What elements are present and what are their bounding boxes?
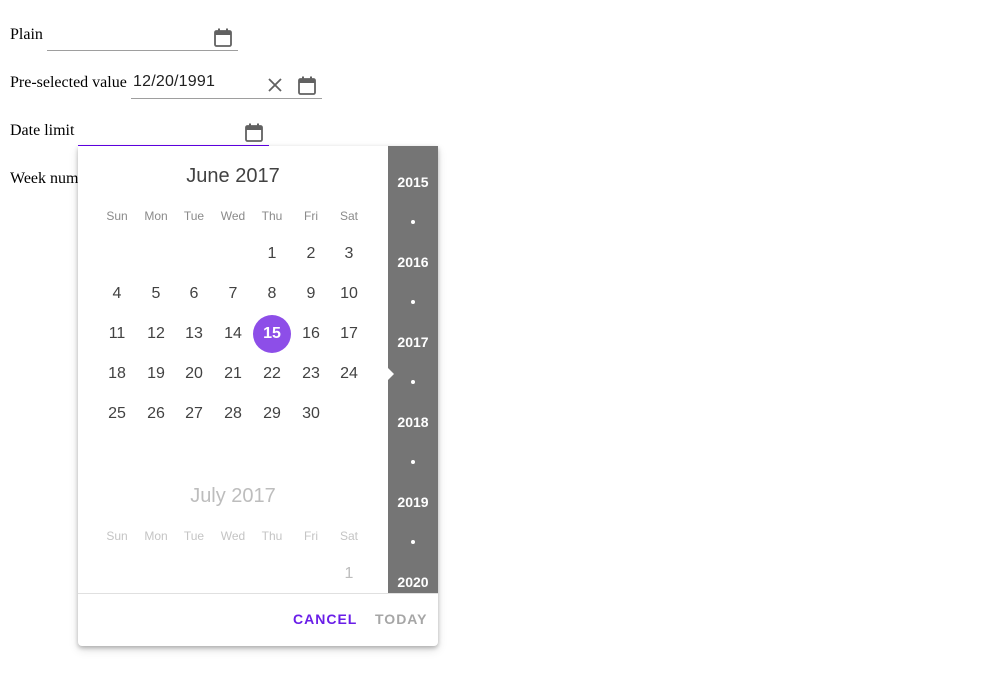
month-scroller[interactable]: June 2017 Sun Mon Tue Wed Thu Fri Sat 1 … bbox=[78, 146, 388, 593]
datelimit-label: Date limit bbox=[10, 122, 75, 139]
year-separator-dot bbox=[411, 380, 415, 384]
year-separator-dot bbox=[411, 460, 415, 464]
year-rail[interactable]: 2015 2016 2017 2018 2019 2020 bbox=[388, 146, 438, 593]
day-button[interactable]: 4 bbox=[98, 275, 136, 313]
today-button[interactable]: TODAY bbox=[375, 611, 427, 627]
day-button[interactable]: 1 bbox=[330, 555, 368, 593]
close-icon[interactable] bbox=[267, 77, 283, 93]
year-item-current[interactable]: 2017 bbox=[388, 334, 438, 350]
calendar-icon[interactable] bbox=[298, 76, 316, 95]
day-button[interactable]: 19 bbox=[137, 355, 175, 393]
month-title: July 2017 bbox=[190, 485, 276, 507]
day-button[interactable]: 17 bbox=[330, 315, 368, 353]
day-button[interactable]: 2 bbox=[292, 235, 330, 273]
plain-date-input[interactable] bbox=[47, 24, 238, 51]
day-button[interactable]: 18 bbox=[98, 355, 136, 393]
weekday-label: Mon bbox=[144, 209, 168, 223]
date-picker-popup: June 2017 Sun Mon Tue Wed Thu Fri Sat 1 … bbox=[78, 146, 438, 646]
selected-day-button[interactable]: 15 bbox=[253, 315, 291, 353]
day-button[interactable]: 7 bbox=[214, 275, 252, 313]
month-title: June 2017 bbox=[186, 165, 280, 187]
weeknum-label: Week num bbox=[10, 170, 79, 187]
day-button[interactable]: 20 bbox=[175, 355, 213, 393]
weekday-label: Wed bbox=[220, 529, 246, 543]
preselected-label: Pre-selected value bbox=[10, 74, 127, 91]
day-button[interactable]: 21 bbox=[214, 355, 252, 393]
calendar-icon[interactable] bbox=[214, 28, 232, 47]
picker-actions: CANCEL TODAY bbox=[78, 593, 438, 646]
weekday-label: Sun bbox=[106, 209, 128, 223]
day-button[interactable]: 23 bbox=[292, 355, 330, 393]
day-button[interactable]: 6 bbox=[175, 275, 213, 313]
day-button[interactable]: 5 bbox=[137, 275, 175, 313]
day-button[interactable]: 3 bbox=[330, 235, 368, 273]
day-button[interactable]: 14 bbox=[214, 315, 252, 353]
day-button[interactable]: 30 bbox=[292, 395, 330, 433]
day-button[interactable]: 1 bbox=[253, 235, 291, 273]
cancel-button[interactable]: CANCEL bbox=[293, 611, 357, 627]
weekday-label: Sat bbox=[339, 529, 358, 543]
weekday-label: Sat bbox=[339, 209, 358, 223]
year-separator-dot bbox=[411, 540, 415, 544]
day-button[interactable]: 25 bbox=[98, 395, 136, 433]
datelimit-date-input[interactable] bbox=[78, 120, 269, 147]
weekday-label: Mon bbox=[144, 529, 168, 543]
weekday-label: Tue bbox=[183, 209, 205, 223]
weekday-label: Fri bbox=[304, 529, 318, 543]
weekday-label: Wed bbox=[220, 209, 246, 223]
day-button[interactable]: 28 bbox=[214, 395, 252, 433]
day-button[interactable]: 9 bbox=[292, 275, 330, 313]
year-item[interactable]: 2018 bbox=[388, 414, 438, 430]
preselected-date-value: 12/20/1991 bbox=[133, 73, 216, 90]
day-button[interactable]: 10 bbox=[330, 275, 368, 313]
day-button[interactable]: 16 bbox=[292, 315, 330, 353]
day-button[interactable]: 12 bbox=[137, 315, 175, 353]
year-separator-dot bbox=[411, 300, 415, 304]
weekday-label: Fri bbox=[304, 209, 318, 223]
weekday-label: Tue bbox=[183, 529, 205, 543]
day-button[interactable]: 11 bbox=[98, 315, 136, 353]
weekday-label: Sun bbox=[106, 529, 128, 543]
plain-label: Plain bbox=[10, 26, 43, 43]
preselected-date-input[interactable]: 12/20/1991 bbox=[131, 72, 322, 99]
day-button[interactable]: 26 bbox=[137, 395, 175, 433]
day-button[interactable]: 29 bbox=[253, 395, 291, 433]
year-item[interactable]: 2016 bbox=[388, 254, 438, 270]
year-item[interactable]: 2020 bbox=[388, 574, 438, 590]
day-button[interactable]: 22 bbox=[253, 355, 291, 393]
day-button[interactable]: 13 bbox=[175, 315, 213, 353]
weekday-label: Thu bbox=[261, 529, 283, 543]
day-button[interactable]: 24 bbox=[330, 355, 368, 393]
day-button[interactable]: 8 bbox=[253, 275, 291, 313]
year-separator-dot bbox=[411, 220, 415, 224]
calendar-icon[interactable] bbox=[245, 123, 263, 142]
day-button[interactable]: 27 bbox=[175, 395, 213, 433]
year-item[interactable]: 2015 bbox=[388, 174, 438, 190]
weekday-label: Thu bbox=[261, 209, 283, 223]
year-item[interactable]: 2019 bbox=[388, 494, 438, 510]
year-pointer-arrow bbox=[388, 368, 394, 380]
